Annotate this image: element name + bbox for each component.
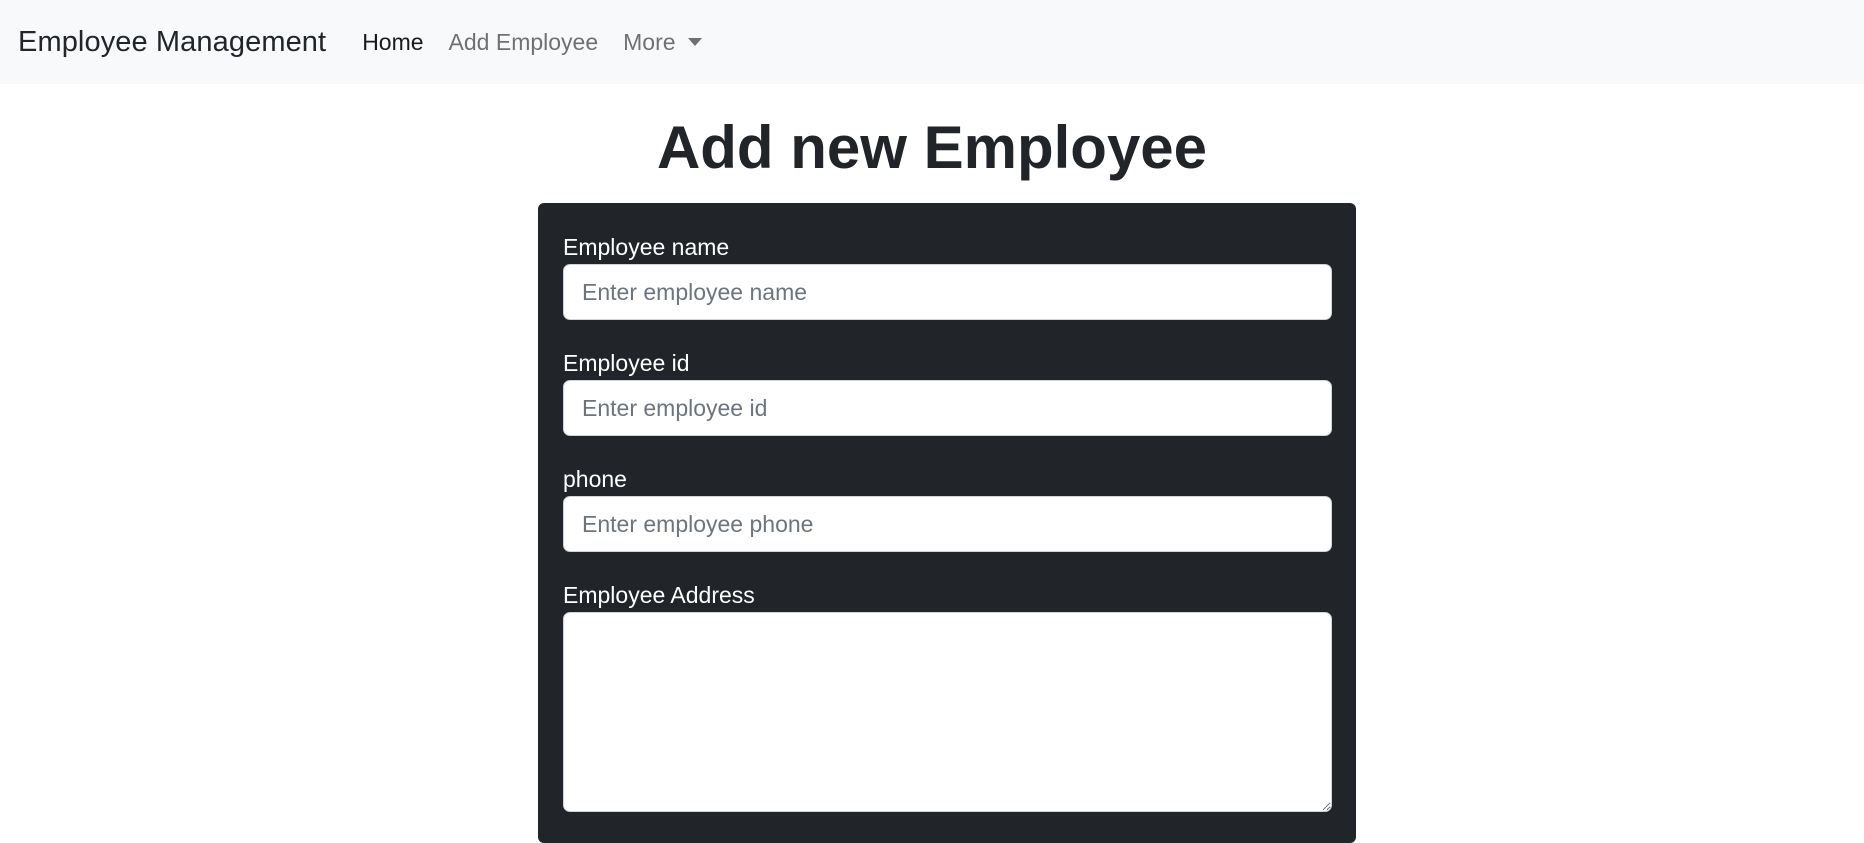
employee-phone-input[interactable] xyxy=(563,496,1332,552)
employee-name-input[interactable] xyxy=(563,264,1332,320)
top-navbar: Employee Management Home Add Employee Mo… xyxy=(0,0,1864,84)
add-employee-form: Employee name Employee id phone Employee… xyxy=(538,203,1356,843)
employee-id-label: Employee id xyxy=(563,350,690,376)
nav-link-home[interactable]: Home xyxy=(362,29,423,56)
employee-id-input[interactable] xyxy=(563,380,1332,436)
employee-address-textarea[interactable] xyxy=(563,612,1332,812)
page-title: Add new Employee xyxy=(656,114,1208,181)
employee-phone-label: phone xyxy=(563,466,627,492)
navbar-brand[interactable]: Employee Management xyxy=(18,26,326,59)
nav-link-add-employee[interactable]: Add Employee xyxy=(449,29,599,56)
chevron-down-icon xyxy=(687,38,702,46)
nav-dropdown-more-label: More xyxy=(623,28,676,55)
employee-address-label: Employee Address xyxy=(563,582,755,608)
nav-dropdown-more[interactable]: More xyxy=(623,28,702,56)
employee-name-label: Employee name xyxy=(563,234,730,260)
